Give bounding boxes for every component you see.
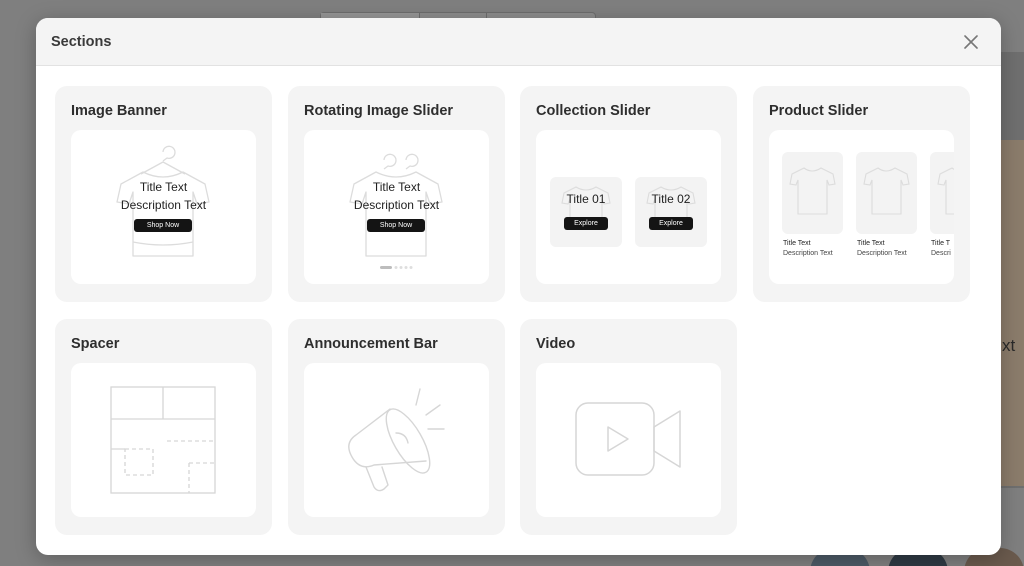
product-item-title: Title Text — [783, 240, 811, 247]
product-item-image — [856, 152, 917, 234]
layout-grid-icon — [110, 386, 216, 494]
slider-dot — [409, 266, 413, 269]
close-icon — [964, 35, 978, 49]
product-item-description: Descri — [931, 250, 951, 257]
section-title: Announcement Bar — [304, 336, 438, 352]
product-item-description: Description Text — [857, 250, 907, 257]
spacer-preview — [71, 363, 256, 517]
section-card-collection-slider[interactable]: Collection Slider Title 01 Explore Title… — [520, 86, 737, 302]
section-card-rotating-image-slider[interactable]: Rotating Image Slider Title Text Descrip… — [288, 86, 505, 302]
section-title: Collection Slider — [536, 103, 651, 119]
collection-explore-button: Explore — [649, 217, 693, 230]
shirt-icon — [789, 167, 836, 215]
background-photo — [1000, 140, 1024, 486]
slider-dot — [404, 266, 408, 269]
product-item-title: Title Text — [857, 240, 885, 247]
preview-title: Title Text — [139, 180, 188, 194]
section-card-product-slider[interactable]: Product Slider Title Text Description Te… — [753, 86, 970, 302]
product-item-description: Description Text — [783, 250, 833, 257]
section-card-spacer[interactable]: Spacer — [55, 319, 272, 535]
rotating-image-slider-preview: Title Text Description Text Shop Now — [304, 130, 489, 284]
section-title: Rotating Image Slider — [304, 103, 454, 119]
shirt-icon — [863, 167, 910, 215]
preview-shop-now-button: Shop Now — [367, 219, 425, 232]
background-preview-panel: xt — [1000, 52, 1024, 488]
shirt-icon — [937, 167, 954, 215]
collection-item: Title 02 Explore — [635, 177, 707, 247]
section-card-image-banner[interactable]: Image Banner Title Text Description Text… — [55, 86, 272, 302]
collection-item-title: Title 02 — [651, 192, 691, 206]
product-item-title: Title T — [931, 240, 951, 247]
preview-description: Description Text — [120, 198, 207, 212]
modal-header: Sections — [36, 18, 1001, 66]
section-title: Video — [536, 336, 576, 352]
section-title: Spacer — [71, 336, 120, 352]
video-preview — [536, 363, 721, 517]
collection-slider-preview: Title 01 Explore Title 02 Explore — [536, 130, 721, 284]
preview-title: Title Text — [372, 180, 421, 194]
product-item-image — [782, 152, 843, 234]
slider-dot — [394, 266, 398, 269]
shirt-icon — [646, 186, 696, 230]
sections-modal: Sections Image Banner Title Text Descrip… — [36, 18, 1001, 555]
section-card-video[interactable]: Video — [520, 319, 737, 535]
background-text: xt — [1002, 336, 1016, 355]
slider-dot — [399, 266, 403, 269]
video-camera-icon — [575, 402, 681, 476]
preview-description: Description Text — [353, 198, 440, 212]
preview-shop-now-button: Shop Now — [134, 219, 192, 232]
section-card-announcement-bar[interactable]: Announcement Bar — [288, 319, 505, 535]
close-button[interactable] — [961, 32, 981, 52]
product-item-image — [930, 152, 954, 234]
shirt-icon — [561, 186, 611, 230]
image-banner-preview: Title Text Description Text Shop Now — [71, 130, 256, 284]
product-slider-preview: Title Text Description Text Title Text D… — [769, 130, 954, 284]
megaphone-icon — [348, 388, 445, 492]
section-title: Image Banner — [71, 103, 167, 119]
collection-explore-button: Explore — [564, 217, 608, 230]
section-title: Product Slider — [769, 103, 869, 119]
modal-title: Sections — [51, 33, 112, 50]
slider-dot-active — [380, 266, 392, 269]
collection-item: Title 01 Explore — [550, 177, 622, 247]
collection-item-title: Title 01 — [566, 192, 606, 206]
announcement-bar-preview — [304, 363, 489, 517]
